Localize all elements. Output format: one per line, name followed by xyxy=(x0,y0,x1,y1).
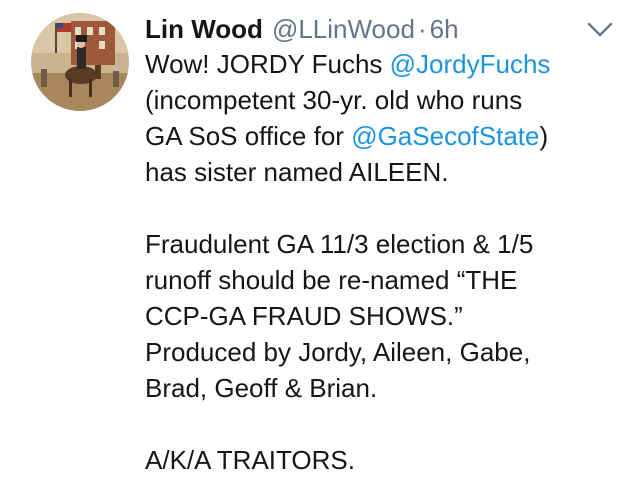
text-line: Brad, Geoff & Brian. xyxy=(145,373,378,403)
tweet-timestamp[interactable]: 6h xyxy=(430,12,459,46)
tweet-paragraph-1: Wow! JORDY Fuchs @JordyFuchs (incompeten… xyxy=(145,46,615,190)
text-line: runoff should be re-named “THE xyxy=(145,265,518,295)
text-line: Produced by Jordy, Aileen, Gabe, xyxy=(145,337,531,367)
text-line: (incompetent 30-yr. old who runs xyxy=(145,85,523,115)
header-separator: · xyxy=(417,14,427,44)
tweet-paragraph-2: Fraudulent GA 11/3 election & 1/5 runoff… xyxy=(145,226,615,406)
author-name[interactable]: Lin Wood xyxy=(145,12,263,46)
text-line: Wow! JORDY Fuchs xyxy=(145,49,390,79)
chevron-down-icon xyxy=(587,22,613,37)
mention-link-gasecofstate[interactable]: @GaSecofState xyxy=(351,121,539,151)
tweet-text: Wow! JORDY Fuchs @JordyFuchs (incompeten… xyxy=(145,46,615,478)
tweet-card[interactable]: Lin Wood @LLinWood · 6h Wow! JORDY Fuchs… xyxy=(0,0,640,479)
tweet-header: Lin Wood @LLinWood · 6h xyxy=(145,12,459,46)
tweet-paragraph-3: A/K/A TRAITORS. xyxy=(145,442,615,478)
text-line: has sister named AILEEN. xyxy=(145,157,449,187)
text-line: A/K/A TRAITORS. xyxy=(145,445,355,475)
text-line: ) xyxy=(539,121,549,151)
avatar[interactable] xyxy=(31,13,129,111)
tweet-menu-button[interactable] xyxy=(585,18,615,40)
text-line: GA SoS office for xyxy=(145,121,352,151)
mention-link-jordyfuchs[interactable]: @JordyFuchs xyxy=(390,49,551,79)
painting-avatar-icon xyxy=(31,13,129,111)
text-line: CCP-GA FRAUD SHOWS.” xyxy=(145,301,463,331)
author-handle[interactable]: @LLinWood xyxy=(272,12,415,46)
text-line: Fraudulent GA 11/3 election & 1/5 xyxy=(145,229,534,259)
